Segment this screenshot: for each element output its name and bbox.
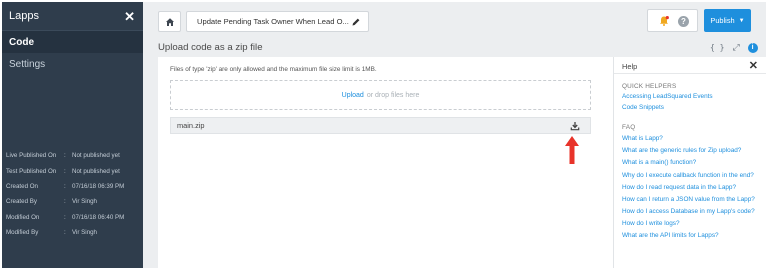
meta-value: 07/16/18 06:39 PM (72, 182, 125, 190)
help-link[interactable]: Accessing LeadSquared Events (614, 93, 766, 101)
meta-row: Modified On : 07/16/18 06:40 PM (6, 213, 125, 221)
utility-buttons: ? (647, 9, 698, 32)
meta-label: Modified On (6, 213, 40, 221)
quick-helpers-heading: QUICK HELPERS (622, 83, 677, 90)
sidebar-header: Lapps ✕ (2, 2, 143, 31)
faq-link[interactable]: What is a main() function? (614, 159, 766, 167)
faq-link[interactable]: How do I write logs? (614, 220, 766, 228)
faq-link[interactable]: What are the generic rules for Zip uploa… (614, 147, 766, 155)
faq-link[interactable]: Why do I execute callback function in th… (614, 172, 766, 180)
faq-link[interactable]: What is Lapp? (614, 135, 766, 143)
meta-value: Not published yet (72, 152, 120, 160)
faq-heading: FAQ (622, 123, 636, 131)
pencil-icon[interactable] (351, 17, 361, 27)
upload-hint: Files of type 'zip' are only allowed and… (170, 66, 377, 73)
download-icon[interactable] (570, 121, 580, 131)
meta-row: Created By : Vir Singh (6, 198, 97, 206)
faq-link[interactable]: How can I return a JSON value from the L… (614, 196, 766, 204)
meta-row: Modified By : Vir Singh (6, 229, 97, 237)
main-area: Update Pending Task Owner When Lead O...… (143, 2, 766, 268)
meta-value: 07/16/18 06:40 PM (72, 213, 125, 221)
help-icon[interactable]: ? (678, 16, 689, 27)
sidebar-item-code[interactable]: Code (2, 31, 143, 53)
meta-label: Modified By (6, 229, 39, 237)
sidebar-title: Lapps (9, 10, 39, 22)
page-title: Upload code as a zip file (158, 42, 263, 53)
lapp-metadata: Live Published On : Not published yet Te… (2, 148, 143, 240)
editor-tools: { } ⤢ i (710, 42, 758, 53)
meta-row: Created On : 07/16/18 06:39 PM (6, 182, 125, 190)
expand-icon[interactable]: ⤢ (732, 42, 739, 53)
help-header: Help ✕ (614, 59, 766, 74)
meta-label: Live Published On (6, 152, 57, 160)
red-arrow-icon (565, 136, 579, 164)
home-icon (165, 17, 174, 26)
info-icon[interactable]: i (747, 42, 758, 53)
sidebar-item-settings[interactable]: Settings (2, 53, 143, 75)
chevron-down-icon: ▼ (738, 17, 745, 24)
meta-value: Vir Singh (72, 229, 97, 237)
meta-row: Test Published On : Not published yet (6, 167, 120, 175)
publish-button[interactable]: Publish ▼ (704, 9, 751, 32)
bell-icon[interactable] (658, 15, 670, 27)
faq-link[interactable]: What are the API limits for Lapps? (614, 232, 766, 240)
meta-label: Test Published On (6, 167, 57, 175)
meta-label: Created By (6, 198, 37, 206)
drop-hint: or drop files here (366, 91, 420, 99)
uploaded-file-row: main.zip (170, 117, 591, 134)
meta-value: Vir Singh (72, 198, 97, 206)
publish-label: Publish (710, 16, 735, 25)
file-dropzone[interactable]: Upload or drop files here (170, 80, 591, 110)
help-panel: Help ✕ QUICK HELPERS Accessing LeadSquar… (613, 57, 766, 268)
top-bar: Update Pending Task Owner When Lead O...… (143, 2, 766, 38)
meta-row: Live Published On : Not published yet (6, 152, 120, 160)
meta-value: Not published yet (72, 167, 120, 175)
code-view-icon[interactable]: { } (710, 43, 724, 52)
upload-link[interactable]: Upload (342, 92, 364, 99)
lapp-name-field[interactable]: Update Pending Task Owner When Lead O... (186, 11, 369, 32)
help-title: Help (622, 61, 638, 71)
faq-link[interactable]: How do I read request data in the Lapp? (614, 184, 766, 192)
help-link[interactable]: Code Snippets (614, 104, 766, 112)
lapp-name: Update Pending Task Owner When Lead O... (197, 17, 349, 26)
close-icon[interactable]: ✕ (749, 60, 758, 72)
upload-panel: Files of type 'zip' are only allowed and… (158, 57, 613, 268)
close-icon[interactable]: ✕ (124, 10, 135, 23)
faq-list: What is Lapp? What are the generic rules… (614, 135, 766, 240)
sidebar: Lapps ✕ Code Settings Live Published On … (2, 2, 143, 268)
home-button[interactable] (158, 11, 181, 32)
file-name: main.zip (177, 121, 205, 130)
meta-label: Created On (6, 182, 38, 190)
faq-link[interactable]: How do I access Database in my Lapp's co… (614, 208, 766, 216)
